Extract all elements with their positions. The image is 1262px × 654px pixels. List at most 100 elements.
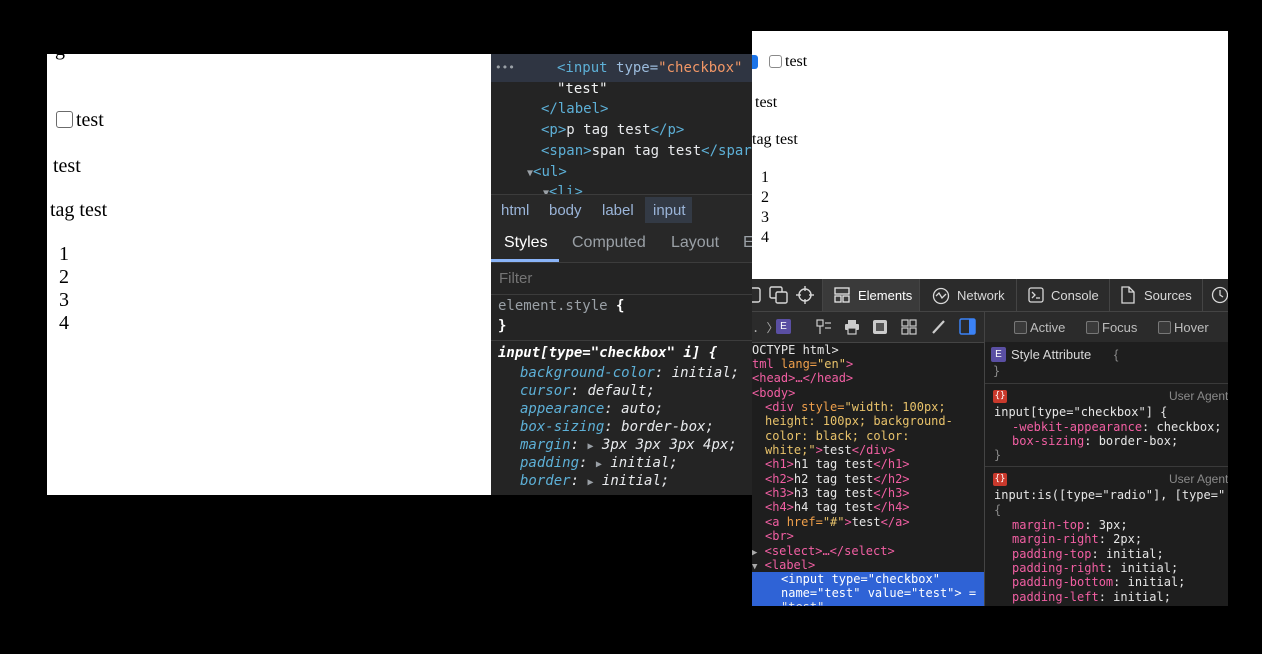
safari-web-inspector: Elements Network Console Sources . 〉 E A: [752, 279, 1228, 606]
dom-label-node[interactable]: ▼ <label>: [752, 558, 815, 572]
pseudo-state-toolbar: Active Focus Hover: [984, 312, 1228, 343]
network-icon: [932, 287, 950, 305]
css-property[interactable]: padding-bottom: initial;: [1012, 575, 1185, 589]
list-item: 4: [761, 229, 769, 246]
divider: [985, 466, 1228, 467]
responsive-icon[interactable]: [769, 286, 789, 304]
ua-rule-selector[interactable]: input[type="checkbox"] {: [994, 405, 1167, 419]
filter-input[interactable]: [499, 268, 739, 288]
dom-div-style-line: color: black; color:: [765, 429, 910, 443]
list-item: 4: [59, 312, 69, 334]
ua-rule-selector[interactable]: input[type="checkbox" i] {: [498, 345, 717, 361]
divider: [1202, 279, 1203, 311]
css-property[interactable]: border: ▶ initial;: [520, 473, 669, 489]
dom-html-node[interactable]: tml lang="en">: [752, 357, 853, 371]
dom-head-node[interactable]: <head>…</head>: [752, 371, 853, 385]
focus-checkbox[interactable]: [1086, 321, 1099, 334]
hover-checkbox[interactable]: [1158, 321, 1171, 334]
inspector-tabbar: Elements Network Console Sources: [752, 279, 1228, 312]
css-property[interactable]: box-sizing: border-box;: [1012, 434, 1178, 448]
active-checkbox[interactable]: [1014, 321, 1027, 334]
list-item: 2: [761, 189, 769, 206]
dom-br-node[interactable]: <br>: [765, 529, 794, 543]
list-item: 1: [59, 243, 69, 265]
css-property[interactable]: padding-right: initial;: [1012, 561, 1178, 575]
styles-tabbar: Styles Computed Layout E: [491, 226, 752, 263]
elements-icon: [834, 287, 850, 303]
breadcrumb-html[interactable]: html: [501, 202, 529, 219]
css-property[interactable]: cursor: default;: [520, 383, 655, 399]
dom-p-node[interactable]: <p>p tag test</p>: [541, 122, 684, 138]
tab-layout[interactable]: Layout: [671, 234, 719, 252]
dom-h1-node[interactable]: <h1>h1 tag test</h1>: [765, 457, 910, 471]
expand-triangle-icon: ▶: [595, 459, 602, 470]
css-property[interactable]: padding-left: initial;: [1012, 590, 1171, 604]
tab-console[interactable]: Console: [1017, 279, 1109, 311]
css-property[interactable]: appearance: auto;: [520, 401, 663, 417]
tab-more[interactable]: E: [743, 234, 752, 252]
dom-doctype[interactable]: OCTYPE html>: [752, 343, 839, 357]
tab-elements-label: Elements: [858, 288, 913, 303]
css-property[interactable]: margin: ▶ 3px 3px 3px 4px;: [520, 437, 737, 453]
paintbrush-icon[interactable]: [930, 319, 946, 335]
tab-sources[interactable]: Sources: [1110, 279, 1200, 311]
dom-text-node[interactable]: "test": [557, 81, 608, 97]
divider: [985, 383, 1228, 384]
checkbox-row: test: [56, 109, 104, 132]
tab-computed[interactable]: Computed: [572, 234, 646, 252]
dom-text-node[interactable]: "test": [781, 600, 824, 606]
filter-bar: [491, 263, 752, 295]
style-attribute-label[interactable]: Style Attribute: [1011, 347, 1091, 362]
layers-icon[interactable]: [816, 319, 832, 335]
dom-span-node[interactable]: <span>span tag test</spar: [541, 143, 752, 159]
checkbox-label: test: [785, 53, 808, 70]
css-property[interactable]: margin-top: 3px;: [1012, 518, 1128, 532]
test-checkbox[interactable]: [769, 54, 782, 68]
breadcrumb-input[interactable]: input: [653, 202, 686, 219]
dom-input-node[interactable]: <input type="checkbox": [557, 60, 742, 76]
toggle-sidebar-icon[interactable]: [959, 318, 977, 336]
dom-ul-node[interactable]: ▼<ul>: [527, 164, 567, 180]
dom-div-style-end: white;">test</div>: [765, 443, 896, 457]
ellipsis-icon[interactable]: •••: [495, 61, 515, 74]
braces-icon: {}: [993, 473, 1007, 486]
document-icon: [1121, 286, 1135, 304]
dom-toolbar: . 〉 E: [752, 312, 984, 343]
print-icon[interactable]: [844, 319, 860, 335]
css-property[interactable]: background-color: initial;: [520, 365, 739, 381]
dom-a-node[interactable]: <a href="#">test</a>: [765, 515, 910, 529]
dom-h2-node[interactable]: <h2>h2 tag test</h2>: [765, 472, 910, 486]
sidebar-icon[interactable]: [752, 287, 762, 303]
crosshair-icon[interactable]: [796, 286, 814, 304]
checkbox-label: test: [76, 109, 104, 131]
dom-label-close[interactable]: </label>: [541, 101, 608, 117]
dom-div-node[interactable]: <div style="width: 100px;: [765, 400, 946, 414]
selected-input-line: <input type="checkbox": [781, 572, 940, 586]
css-property[interactable]: -webkit-appearance: checkbox;: [1012, 420, 1222, 434]
breadcrumb-body[interactable]: body: [549, 202, 582, 219]
test-checkbox[interactable]: [56, 110, 73, 128]
dom-h4-node[interactable]: <h4>h4 tag test</h4>: [765, 500, 910, 514]
tab-styles[interactable]: Styles: [504, 234, 548, 252]
tab-elements[interactable]: Elements: [823, 279, 919, 311]
list-item: 2: [59, 266, 69, 288]
dom-body-node[interactable]: <body>: [752, 386, 795, 400]
element-badge-icon[interactable]: E: [776, 319, 791, 334]
checked-checkbox[interactable]: [752, 55, 758, 69]
element-style-rule[interactable]: element.style {: [498, 298, 624, 314]
css-property[interactable]: box-sizing: border-box;: [520, 419, 714, 435]
css-property[interactable]: margin-right: 2px;: [1012, 532, 1142, 546]
css-property[interactable]: padding-top: initial;: [1012, 547, 1164, 561]
dom-select-node[interactable]: ▶ <select>…</select>: [752, 544, 895, 558]
breadcrumb-label[interactable]: label: [602, 202, 634, 219]
close-brace: }: [994, 448, 1002, 462]
tab-network[interactable]: Network: [920, 279, 1016, 311]
css-property[interactable]: padding: ▶ initial;: [520, 455, 678, 471]
rendering-frames-icon[interactable]: [872, 319, 888, 335]
dom-li-node[interactable]: ▼<li>: [543, 184, 583, 194]
timeline-icon[interactable]: [1211, 286, 1228, 304]
tab-network-label: Network: [957, 288, 1005, 303]
grid-icon[interactable]: [901, 319, 917, 335]
ua-rule-selector[interactable]: input:is([type="radio"], [type=": [994, 488, 1225, 502]
dom-h3-node[interactable]: <h3>h3 tag test</h3>: [765, 486, 910, 500]
